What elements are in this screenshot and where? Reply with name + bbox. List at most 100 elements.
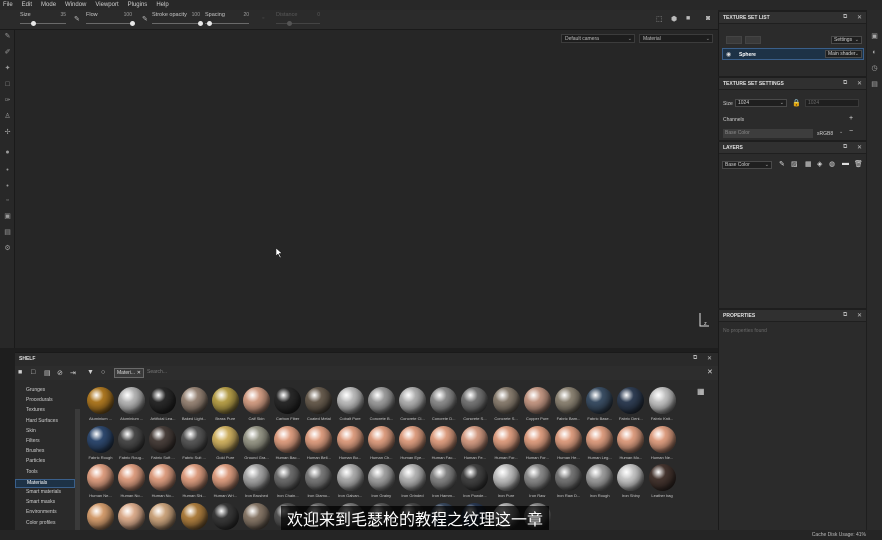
material-thumbnail[interactable]: Concrete B... <box>366 387 397 427</box>
shelf-category[interactable]: Filters <box>26 438 40 444</box>
material-thumbnail[interactable]: Iron Diamo... <box>303 464 334 504</box>
close-icon[interactable]: ✕ <box>857 144 862 151</box>
texture-set-button-2[interactable] <box>745 36 761 44</box>
material-thumbnail[interactable]: Human Fe... <box>459 425 490 466</box>
shelf-category[interactable]: Tools <box>26 469 38 475</box>
material-thumbnail[interactable]: Human Ne... <box>647 425 678 466</box>
shelf-category[interactable]: Brushes <box>26 448 44 454</box>
material-thumbnail[interactable]: Iron Shiny <box>615 464 646 504</box>
material-thumbnail[interactable]: Human Bac... <box>272 425 303 466</box>
material-thumbnail[interactable]: Ground Gra... <box>241 425 272 466</box>
add-group-icon[interactable]: ◍ <box>829 160 835 168</box>
radio-selected-icon[interactable]: ◉ <box>726 51 731 58</box>
material-thumbnail[interactable]: Iron Pure <box>491 464 522 504</box>
material-thumbnail[interactable]: Iron Powde... <box>459 464 490 504</box>
settings-gear-icon[interactable]: ⚙ <box>3 244 12 253</box>
flow-track[interactable] <box>86 23 132 24</box>
close-icon[interactable]: ✕ <box>857 80 862 87</box>
material-thumbnail[interactable]: Coated Metal <box>303 387 334 427</box>
size-track[interactable] <box>20 23 66 24</box>
categories-scrollbar[interactable] <box>75 409 80 531</box>
menu-item[interactable]: Window <box>65 2 86 8</box>
display-mode-select[interactable]: Material ⌄ <box>639 34 713 43</box>
size-knob[interactable] <box>31 21 37 26</box>
close-icon[interactable]: ✕ <box>137 369 141 377</box>
channel-row-base-color[interactable]: Base Color <box>723 129 813 138</box>
lazy-mouse-icon[interactable]: • <box>3 166 12 175</box>
new-resource-icon[interactable]: □ <box>31 369 35 376</box>
symmetry-icon[interactable]: • <box>3 182 12 191</box>
size-slider[interactable]: Size 35 <box>20 12 66 28</box>
texture-set-button-1[interactable] <box>726 36 742 44</box>
smudge-icon[interactable]: ✑ <box>3 96 12 105</box>
material-thumbnail[interactable]: Copper Pure <box>522 387 553 427</box>
menu-item[interactable]: Viewport <box>95 2 118 8</box>
texture-set-row-sphere[interactable]: ◉ Sphere Main shader ⌄ <box>722 48 864 60</box>
history-icon[interactable]: ◷ <box>870 64 879 73</box>
spacing-knob[interactable] <box>206 21 212 26</box>
log-icon[interactable]: ▤ <box>870 80 879 89</box>
material-thumbnail[interactable]: Artificial Lea... <box>147 387 178 427</box>
import-icon[interactable]: ⇥ <box>70 369 76 377</box>
shader-dropdown[interactable]: Main shader ⌄ <box>825 50 862 58</box>
paint-brush-icon[interactable]: ✎ <box>3 32 12 41</box>
stroke-opacity-track[interactable] <box>152 23 200 24</box>
material-thumbnail[interactable]: Concrete D... <box>428 387 459 427</box>
close-icon[interactable]: ✕ <box>707 355 712 362</box>
float-icon[interactable]: ⧉ <box>693 355 697 362</box>
hide-icon[interactable]: ⊘ <box>57 369 63 377</box>
shelf-category[interactable]: Materials <box>15 478 75 488</box>
projection-icon[interactable]: ✦ <box>3 64 12 73</box>
material-thumbnail[interactable]: Iron Hamm... <box>428 464 459 504</box>
material-thumbnail[interactable] <box>116 502 147 532</box>
settings-dropdown[interactable]: Settings ⌄ <box>831 36 862 44</box>
3d-viewport[interactable]: Default camera ⌄ Material ⌄ z <box>15 30 718 348</box>
close-icon[interactable]: ✕ <box>857 312 862 319</box>
shelf-category[interactable]: Environments <box>26 509 57 515</box>
material-thumbnail[interactable]: Fabric Rough <box>85 425 116 466</box>
material-thumbnail[interactable]: Iron Grinded <box>397 464 428 504</box>
shelf-category[interactable]: Particles <box>26 458 45 464</box>
material-thumbnail[interactable] <box>179 502 210 532</box>
material-thumbnail[interactable]: Baked Light... <box>179 387 210 427</box>
shelf-category[interactable]: Textures <box>26 407 45 413</box>
material-thumbnail[interactable]: Human Ch... <box>366 425 397 466</box>
chevron-down-icon[interactable]: ⌄ <box>839 129 843 135</box>
material-thumbnail[interactable]: Carbon Fiber <box>272 387 303 427</box>
channel-format[interactable]: sRGB8 <box>817 131 833 137</box>
stroke-opacity-slider[interactable]: Stroke opacity 100 <box>152 12 203 28</box>
material-thumbnail[interactable]: Brass Pure <box>210 387 241 427</box>
shelf-category[interactable]: Smart masks <box>26 499 55 505</box>
material-thumbnail[interactable]: Iron Raw D... <box>553 464 584 504</box>
save-icon[interactable]: ▤ <box>44 369 51 377</box>
texture-set-icon[interactable]: ▣ <box>870 32 879 41</box>
material-thumbnail[interactable]: Fabric Deni... <box>615 387 646 427</box>
display-settings-icon[interactable]: ◐ <box>870 48 879 57</box>
camera-select[interactable]: Default camera ⌄ <box>561 34 635 43</box>
material-thumbnail[interactable]: Fabric Suit ... <box>179 425 210 466</box>
material-thumbnail[interactable]: Human He... <box>553 425 584 466</box>
material-thumbnail[interactable]: Iron Raw <box>522 464 553 504</box>
material-thumbnail[interactable]: Leather bag <box>647 464 678 504</box>
material-thumbnail[interactable]: Human Bu... <box>335 425 366 466</box>
material-thumbnail[interactable]: Iron Brushed <box>241 464 272 504</box>
material-thumbnail[interactable]: Concrete S... <box>459 387 490 427</box>
menu-item[interactable]: Edit <box>22 2 32 8</box>
material-thumbnail[interactable]: Iron Rough <box>584 464 615 504</box>
material-thumbnail[interactable]: Fabric Soft ... <box>147 425 178 466</box>
material-filter-tag[interactable]: Materi... ✕ <box>114 368 144 378</box>
polygon-fill-icon[interactable]: ● <box>3 148 12 157</box>
eraser-icon[interactable]: ✐ <box>3 48 12 57</box>
material-thumbnail[interactable]: Human No... <box>116 464 147 504</box>
float-icon[interactable]: ⧉ <box>843 144 847 151</box>
menu-item[interactable]: Help <box>156 2 168 8</box>
filter-icon[interactable]: ▼ <box>87 369 94 376</box>
menu-item[interactable]: Mode <box>41 2 56 8</box>
shelf-category[interactable]: Hard Surfaces <box>26 418 58 424</box>
add-mask-icon[interactable]: ▨ <box>791 160 798 168</box>
clear-search-icon[interactable]: ✕ <box>707 368 713 376</box>
shelf-category[interactable]: Grunges <box>26 387 45 393</box>
material-thumbnail[interactable]: Fabric Base... <box>584 387 615 427</box>
float-icon[interactable]: ⧉ <box>843 14 847 21</box>
material-thumbnail[interactable]: Iron Grainy <box>366 464 397 504</box>
